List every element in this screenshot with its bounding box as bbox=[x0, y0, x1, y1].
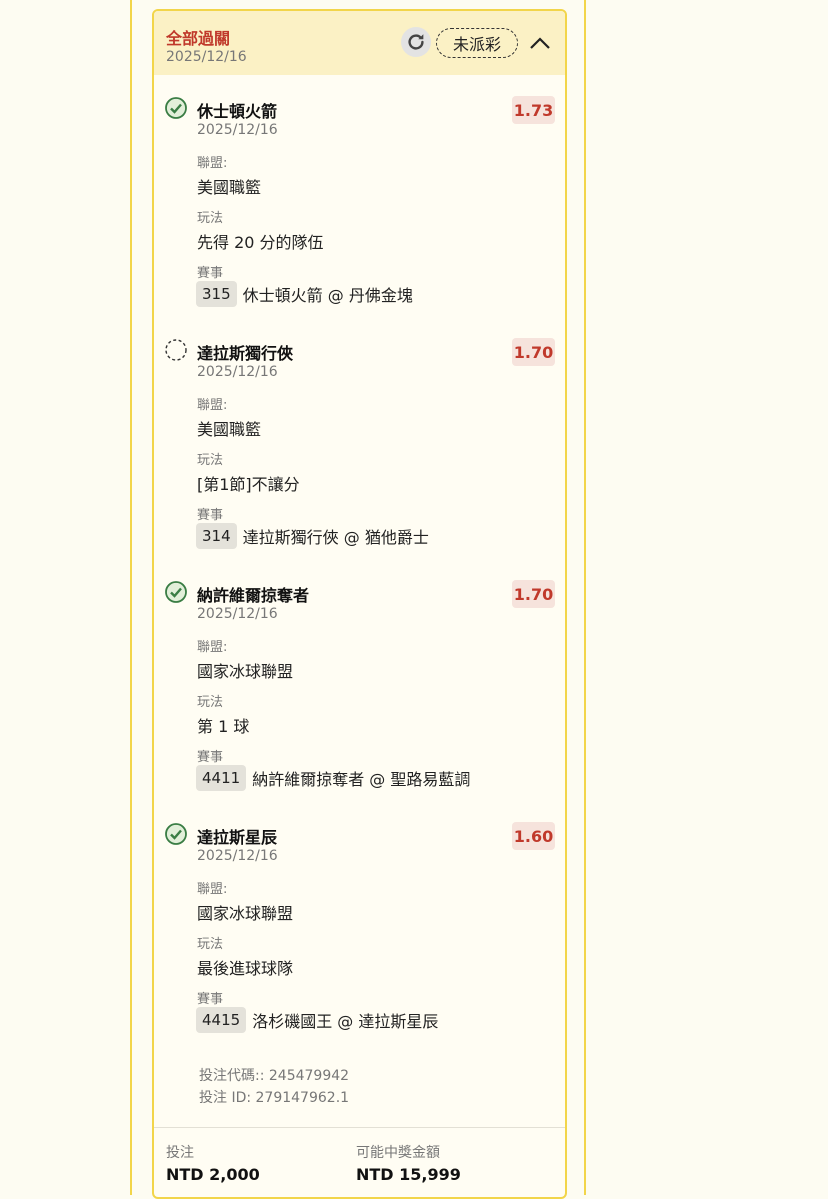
selection-item: 達拉斯獨行俠 2025/12/16 1.70 聯盟: 美國職籃 玩法 [第1節]… bbox=[154, 338, 565, 558]
match-info: 4411 納許維爾掠奪者 @ 聖路易藍調 bbox=[196, 765, 470, 791]
match-label: 賽事 bbox=[197, 750, 224, 765]
stake-value: NTD 2,000 bbox=[166, 1165, 260, 1184]
check-circle-icon bbox=[165, 823, 187, 845]
selection-team: 達拉斯星辰 bbox=[197, 828, 278, 847]
match-label: 賽事 bbox=[197, 508, 224, 523]
bet-id: 投注 ID: 279147962.1 bbox=[199, 1090, 350, 1106]
selection-date: 2025/12/16 bbox=[197, 364, 278, 380]
settlement-status-badge: 未派彩 bbox=[436, 28, 518, 58]
chevron-up-icon bbox=[530, 37, 550, 49]
odds-badge: 1.60 bbox=[512, 822, 555, 850]
odds-badge: 1.73 bbox=[512, 96, 555, 124]
market-value: 最後進球球隊 bbox=[197, 959, 294, 978]
odds-badge: 1.70 bbox=[512, 580, 555, 608]
selection-team: 休士頓火箭 bbox=[197, 102, 278, 121]
match-id-badge: 4415 bbox=[196, 1007, 247, 1033]
match-name: 休士頓火箭 @ 丹佛金塊 bbox=[242, 286, 413, 305]
footer-divider bbox=[154, 1127, 565, 1128]
market-label: 玩法 bbox=[197, 695, 224, 710]
market-label: 玩法 bbox=[197, 937, 224, 952]
selection-date: 2025/12/16 bbox=[197, 848, 278, 864]
selection-item: 休士頓火箭 2025/12/16 1.73 聯盟: 美國職籃 玩法 先得 20 … bbox=[154, 96, 565, 316]
market-value: 第 1 球 bbox=[197, 717, 250, 736]
market-label: 玩法 bbox=[197, 211, 224, 226]
refresh-button[interactable] bbox=[401, 27, 431, 57]
league-value: 國家冰球聯盟 bbox=[197, 662, 294, 681]
payout-value: NTD 15,999 bbox=[356, 1165, 461, 1184]
market-value: 先得 20 分的隊伍 bbox=[197, 233, 324, 252]
match-info: 314 達拉斯獨行俠 @ 猶他爵士 bbox=[196, 523, 429, 549]
match-name: 達拉斯獨行俠 @ 猶他爵士 bbox=[242, 528, 429, 547]
league-label: 聯盟: bbox=[197, 640, 228, 655]
match-name: 納許維爾掠奪者 @ 聖路易藍調 bbox=[252, 770, 471, 789]
match-name: 洛杉磯國王 @ 達拉斯星辰 bbox=[252, 1012, 439, 1031]
league-label: 聯盟: bbox=[197, 882, 228, 897]
stake-label: 投注 bbox=[166, 1145, 194, 1161]
check-circle-icon bbox=[165, 97, 187, 119]
bet-slip-header[interactable]: 全部過關 2025/12/16 未派彩 bbox=[154, 11, 565, 75]
match-info: 4415 洛杉磯國王 @ 達拉斯星辰 bbox=[196, 1007, 438, 1033]
odds-badge: 1.70 bbox=[512, 338, 555, 366]
collapse-button[interactable] bbox=[526, 29, 554, 57]
selection-date: 2025/12/16 bbox=[197, 606, 278, 622]
selection-team: 達拉斯獨行俠 bbox=[197, 344, 294, 363]
selection-item: 達拉斯星辰 2025/12/16 1.60 聯盟: 國家冰球聯盟 玩法 最後進球… bbox=[154, 822, 565, 1042]
dashed-circle-icon bbox=[165, 339, 187, 361]
check-circle-icon bbox=[165, 581, 187, 603]
payout-label: 可能中獎金額 bbox=[356, 1145, 440, 1161]
selection-team: 納許維爾掠奪者 bbox=[197, 586, 310, 605]
league-value: 國家冰球聯盟 bbox=[197, 904, 294, 923]
match-id-badge: 315 bbox=[196, 281, 237, 307]
selection-item: 納許維爾掠奪者 2025/12/16 1.70 聯盟: 國家冰球聯盟 玩法 第 … bbox=[154, 580, 565, 800]
bet-date: 2025/12/16 bbox=[166, 49, 247, 65]
match-info: 315 休士頓火箭 @ 丹佛金塊 bbox=[196, 281, 413, 307]
bet-code: 投注代碼:: 245479942 bbox=[199, 1068, 350, 1084]
match-label: 賽事 bbox=[197, 266, 224, 281]
league-label: 聯盟: bbox=[197, 398, 228, 413]
market-value: [第1節]不讓分 bbox=[197, 475, 300, 494]
league-value: 美國職籃 bbox=[197, 420, 262, 439]
match-label: 賽事 bbox=[197, 992, 224, 1007]
league-label: 聯盟: bbox=[197, 156, 228, 171]
market-label: 玩法 bbox=[197, 453, 224, 468]
bet-type-title: 全部過關 bbox=[166, 29, 231, 48]
bet-slip-card: 全部過關 2025/12/16 未派彩 休士頓火箭 2025/12/16 1.7… bbox=[152, 9, 567, 1199]
selection-date: 2025/12/16 bbox=[197, 122, 278, 138]
match-id-badge: 314 bbox=[196, 523, 237, 549]
refresh-icon bbox=[408, 34, 424, 50]
match-id-badge: 4411 bbox=[196, 765, 247, 791]
league-value: 美國職籃 bbox=[197, 178, 262, 197]
